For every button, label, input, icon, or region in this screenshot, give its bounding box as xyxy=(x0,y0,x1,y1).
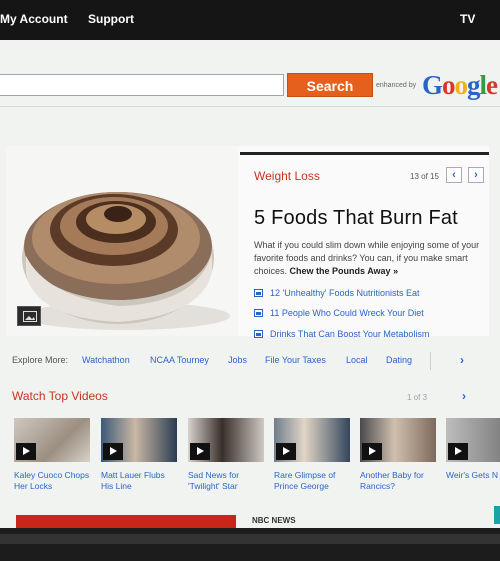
video-title[interactable]: Weir's Gets N xyxy=(446,470,500,481)
video-thumbnail[interactable] xyxy=(274,418,350,462)
video-item[interactable]: Weir's Gets N xyxy=(446,418,500,481)
top-nav-bar: My Account Support TV xyxy=(0,0,500,40)
video-item[interactable]: Sad News for 'Twilight' Star xyxy=(188,418,264,492)
videos-next-arrow-icon[interactable]: › xyxy=(462,389,466,403)
my-account-link[interactable]: My Account xyxy=(0,12,68,26)
video-item[interactable]: Matt Lauer Flubs His Line xyxy=(101,418,177,492)
slide-counter: 13 of 15 xyxy=(410,172,439,181)
search-input[interactable] xyxy=(0,74,284,96)
play-icon[interactable] xyxy=(448,443,468,460)
cinnamon-roll-image[interactable] xyxy=(6,146,238,336)
play-icon[interactable] xyxy=(16,443,36,460)
featured-story-text: Weight Loss 13 of 15 ‹ › 5 Foods That Bu… xyxy=(240,152,489,339)
tv-link[interactable]: TV xyxy=(460,12,475,26)
play-icon[interactable] xyxy=(276,443,296,460)
side-tab[interactable] xyxy=(494,506,500,524)
related-link[interactable]: 11 People Who Could Wreck Your Diet xyxy=(254,308,424,318)
photo-icon xyxy=(254,289,263,297)
explore-link-ncaa[interactable]: NCAA Tourney xyxy=(150,355,209,365)
web-page: Search enhanced by Google Weight Loss 13… xyxy=(0,40,500,528)
play-icon[interactable] xyxy=(190,443,210,460)
video-item[interactable]: Another Baby for Rancics? xyxy=(360,418,436,492)
explore-more-bar: Explore More: Watchathon NCAA Tourney Jo… xyxy=(0,350,500,372)
screen-bezel xyxy=(0,528,500,561)
explore-more-label: Explore More: xyxy=(12,355,69,365)
video-title[interactable]: Kaley Cuoco Chops Her Locks xyxy=(14,470,90,492)
story-blurb: What if you could slim down while enjoyi… xyxy=(254,239,486,278)
search-bar: Search enhanced by Google xyxy=(0,70,500,102)
photo-icon xyxy=(254,330,263,338)
story-cta-link[interactable]: Chew the Pounds Away » xyxy=(290,266,399,276)
play-icon[interactable] xyxy=(103,443,123,460)
photo-icon xyxy=(254,309,263,317)
previous-slide-button[interactable]: ‹ xyxy=(446,167,462,183)
divider xyxy=(430,352,431,370)
video-thumbnail[interactable] xyxy=(101,418,177,462)
explore-link-taxes[interactable]: File Your Taxes xyxy=(265,355,326,365)
video-title[interactable]: Rare Glimpse of Prince George xyxy=(274,470,350,492)
image-gallery-icon[interactable] xyxy=(17,306,41,326)
video-thumbnail[interactable] xyxy=(188,418,264,462)
support-link[interactable]: Support xyxy=(88,12,134,26)
video-thumbnail[interactable] xyxy=(446,418,500,462)
explore-next-arrow-icon[interactable]: › xyxy=(460,353,464,367)
next-slide-button[interactable]: › xyxy=(468,167,484,183)
explore-link-local[interactable]: Local xyxy=(346,355,368,365)
related-link-label: Drinks That Can Boost Your Metabolism xyxy=(270,329,430,339)
related-link-label: 12 'Unhealthy' Foods Nutritionists Eat xyxy=(270,288,420,298)
explore-link-watchathon[interactable]: Watchathon xyxy=(82,355,130,365)
related-link-label: 11 People Who Could Wreck Your Diet xyxy=(270,308,424,318)
featured-story: Weight Loss 13 of 15 ‹ › 5 Foods That Bu… xyxy=(6,146,489,339)
video-title[interactable]: Matt Lauer Flubs His Line xyxy=(101,470,177,492)
related-link[interactable]: Drinks That Can Boost Your Metabolism xyxy=(254,329,429,339)
video-item[interactable]: Kaley Cuoco Chops Her Locks xyxy=(14,418,90,492)
explore-link-jobs[interactable]: Jobs xyxy=(228,355,247,365)
enhanced-by-label: enhanced by xyxy=(376,82,417,89)
video-item[interactable]: Rare Glimpse of Prince George xyxy=(274,418,350,492)
videos-page-counter: 1 of 3 xyxy=(407,393,428,402)
story-headline[interactable]: 5 Foods That Burn Fat xyxy=(254,207,458,230)
explore-link-dating[interactable]: Dating xyxy=(386,355,412,365)
related-link[interactable]: 12 'Unhealthy' Foods Nutritionists Eat xyxy=(254,288,420,298)
play-icon[interactable] xyxy=(362,443,382,460)
bezel-edge xyxy=(0,534,500,544)
search-button[interactable]: Search xyxy=(287,73,373,97)
nbc-news-logo: NBC NEWS xyxy=(252,516,296,525)
google-logo: Google xyxy=(422,70,498,100)
video-title[interactable]: Sad News for 'Twilight' Star xyxy=(188,470,264,492)
videos-heading[interactable]: Watch Top Videos xyxy=(12,389,108,403)
promo-banner[interactable] xyxy=(16,515,236,528)
category-label[interactable]: Weight Loss xyxy=(254,169,320,183)
video-thumbnail[interactable] xyxy=(360,418,436,462)
video-thumbnail[interactable] xyxy=(14,418,90,462)
divider xyxy=(0,106,500,107)
video-title[interactable]: Another Baby for Rancics? xyxy=(360,470,436,492)
